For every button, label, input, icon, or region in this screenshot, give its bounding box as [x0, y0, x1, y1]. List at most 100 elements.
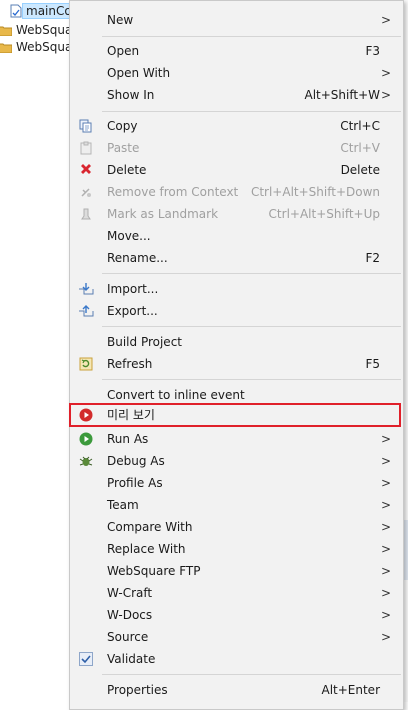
menu-item-label: Open With: [107, 66, 171, 80]
folder-icon: [0, 42, 13, 53]
chevron-right-icon: >: [380, 564, 391, 578]
menu-item-remove-from-context[interactable]: Remove from Context Ctrl+Alt+Shift+Down: [70, 181, 403, 203]
preview-icon: [78, 407, 94, 423]
menu-item-delete[interactable]: Delete Delete: [70, 159, 403, 181]
menu-item-validate[interactable]: Validate: [70, 648, 403, 670]
menu-separator: [102, 273, 401, 274]
menu-item-label: Team: [107, 498, 139, 512]
menu-item-shortcut: Ctrl+Alt+Shift+Down: [250, 185, 380, 199]
menu-item-shortcut: Ctrl+C: [340, 119, 380, 133]
menu-item-label: Rename...: [107, 251, 168, 265]
menu-item-refresh[interactable]: Refresh F5: [70, 353, 403, 375]
menu-item-shortcut: Alt+Enter: [321, 683, 380, 697]
menu-separator: [102, 326, 401, 327]
menu-item-label: Profile As: [107, 476, 163, 490]
menu-item-label: Move...: [107, 229, 151, 243]
menu-item-label: New: [107, 13, 134, 27]
menu-item-websquare-ftp[interactable]: WebSquare FTP >: [70, 560, 403, 582]
menu-item-w-craft[interactable]: W-Craft >: [70, 582, 403, 604]
menu-item-shortcut: Ctrl+V: [340, 141, 380, 155]
menu-item-copy[interactable]: Copy Ctrl+C: [70, 115, 403, 137]
refresh-icon: [78, 356, 94, 372]
menu-item-label: W-Docs: [107, 608, 153, 622]
menu-item-show-in[interactable]: Show In Alt+Shift+W >: [70, 84, 403, 106]
menu-item-label: 미리 보기: [107, 408, 155, 422]
tree-item-main-file[interactable]: mainCo: [0, 1, 76, 21]
chevron-right-icon: >: [380, 88, 391, 102]
menu-item-preview[interactable]: 미리 보기: [70, 404, 403, 426]
menu-item-run-as[interactable]: Run As >: [70, 428, 403, 450]
menu-item-mark-as-landmark[interactable]: Mark as Landmark Ctrl+Alt+Shift+Up: [70, 203, 403, 225]
menu-item-shortcut: F5: [365, 357, 380, 371]
chevron-right-icon: >: [380, 586, 391, 600]
menu-item-label: Compare With: [107, 520, 193, 534]
chevron-right-icon: >: [380, 454, 391, 468]
menu-item-w-docs[interactable]: W-Docs >: [70, 604, 403, 626]
folder-icon: [0, 25, 13, 36]
menu-item-open[interactable]: Open F3: [70, 40, 403, 62]
menu-separator: [102, 36, 401, 37]
chevron-right-icon: >: [380, 542, 391, 556]
paste-icon: [78, 140, 94, 156]
menu-item-build-project[interactable]: Build Project: [70, 331, 403, 353]
menu-item-shortcut: Ctrl+Alt+Shift+Up: [268, 207, 380, 221]
menu-item-label: Source: [107, 630, 149, 644]
menu-item-new[interactable]: New >: [70, 9, 403, 31]
menu-item-label: Show In: [107, 88, 155, 102]
chevron-right-icon: >: [380, 66, 391, 80]
menu-separator: [102, 379, 401, 380]
menu-item-compare-with[interactable]: Compare With >: [70, 516, 403, 538]
menu-item-label: Copy: [107, 119, 138, 133]
chevron-right-icon: >: [380, 476, 391, 490]
menu-item-profile-as[interactable]: Profile As >: [70, 472, 403, 494]
chevron-right-icon: >: [380, 498, 391, 512]
import-icon: [78, 281, 94, 297]
menu-item-shortcut: F2: [365, 251, 380, 265]
menu-item-label: Import...: [107, 282, 159, 296]
chevron-right-icon: >: [380, 630, 391, 644]
chevron-right-icon: >: [380, 432, 391, 446]
menu-item-paste[interactable]: Paste Ctrl+V: [70, 137, 403, 159]
chevron-right-icon: >: [380, 520, 391, 534]
menu-item-source[interactable]: Source >: [70, 626, 403, 648]
menu-item-export[interactable]: Export...: [70, 300, 403, 322]
menu-separator: [102, 674, 401, 675]
file-icon: [10, 4, 22, 18]
menu-item-label: Convert to inline event: [107, 388, 245, 402]
copy-icon: [78, 118, 94, 134]
debug-icon: [78, 453, 94, 469]
menu-item-shortcut: Alt+Shift+W: [304, 88, 381, 102]
menu-separator: [102, 111, 401, 112]
check-icon: [78, 651, 94, 667]
delete-icon: [78, 162, 94, 178]
menu-item-debug-as[interactable]: Debug As >: [70, 450, 403, 472]
menu-item-team[interactable]: Team >: [70, 494, 403, 516]
menu-item-label: Open: [107, 44, 140, 58]
menu-item-move[interactable]: Move...: [70, 225, 403, 247]
menu-item-label: Delete: [107, 163, 147, 177]
landmark-icon: [78, 206, 94, 222]
menu-item-label: Properties: [107, 683, 168, 697]
menu-item-import[interactable]: Import...: [70, 278, 403, 300]
menu-item-label: Debug As: [107, 454, 165, 468]
menu-item-label: Replace With: [107, 542, 186, 556]
menu-item-label: Validate: [107, 652, 156, 666]
menu-item-shortcut: F3: [365, 44, 380, 58]
menu-item-label: Mark as Landmark: [107, 207, 219, 221]
menu-item-label: Run As: [107, 432, 149, 446]
run-icon: [78, 431, 94, 447]
menu-item-shortcut: Delete: [340, 163, 380, 177]
menu-item-replace-with[interactable]: Replace With >: [70, 538, 403, 560]
export-icon: [78, 303, 94, 319]
chevron-right-icon: >: [380, 608, 391, 622]
menu-item-label: W-Craft: [107, 586, 153, 600]
menu-item-label: Paste: [107, 141, 140, 155]
remove-context-icon: [78, 184, 94, 200]
menu-item-rename[interactable]: Rename... F2: [70, 247, 403, 269]
menu-item-label: WebSquare FTP: [107, 564, 201, 578]
menu-item-label: Refresh: [107, 357, 153, 371]
menu-item-label: Build Project: [107, 335, 182, 349]
menu-item-properties[interactable]: Properties Alt+Enter: [70, 679, 403, 701]
menu-item-open-with[interactable]: Open With >: [70, 62, 403, 84]
tree-item-label: mainCo: [22, 3, 76, 19]
